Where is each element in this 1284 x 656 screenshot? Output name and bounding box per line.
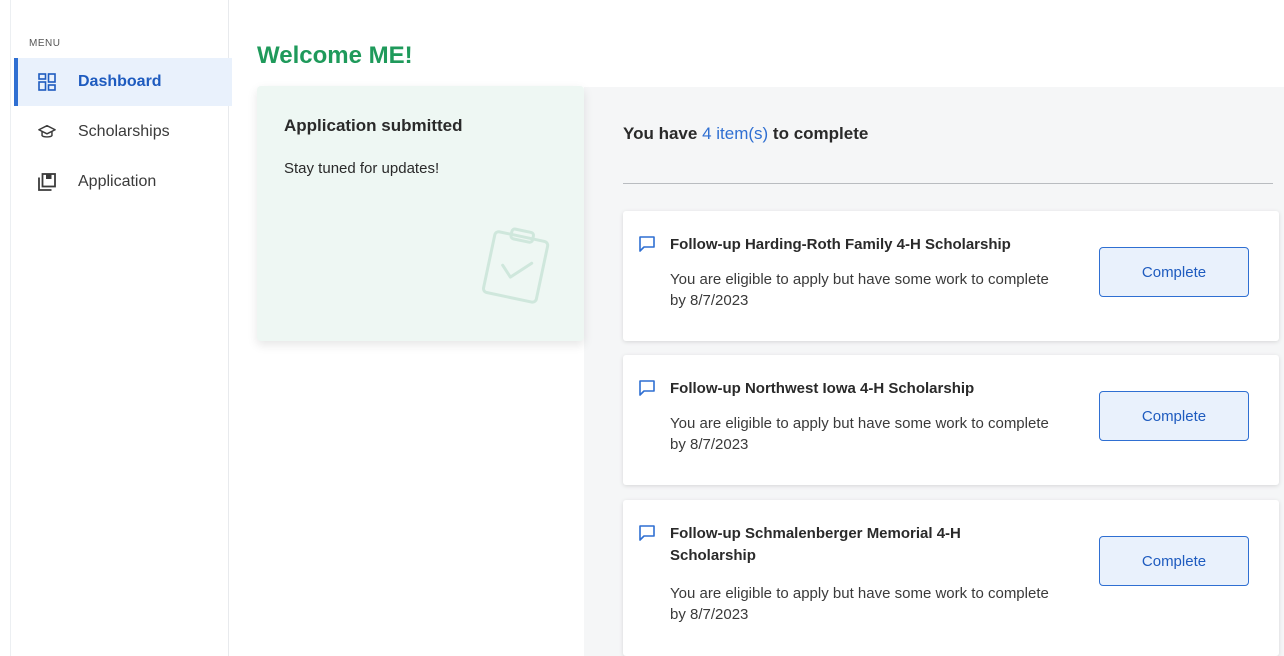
status-subtitle: Stay tuned for updates! <box>284 160 440 177</box>
menu-label: MENU <box>29 38 61 49</box>
sidebar: MENU Dashboard Scholarships Application <box>11 0 232 656</box>
clipboard-check-icon <box>473 222 559 308</box>
dashboard-icon <box>38 73 56 91</box>
task-title: Follow-up Harding-Roth Family 4-H Schola… <box>670 236 1011 253</box>
items-header-suffix: to complete <box>772 124 869 143</box>
graduation-cap-icon <box>38 123 56 141</box>
window-edge <box>0 0 11 656</box>
task-title: Follow-up Schmalenberger Memorial 4-H Sc… <box>670 525 961 564</box>
divider <box>623 183 1273 184</box>
complete-button[interactable]: Complete <box>1099 247 1249 297</box>
flag-icon <box>638 524 656 542</box>
complete-button[interactable]: Complete <box>1099 391 1249 441</box>
sidebar-item-label: Application <box>78 173 157 190</box>
items-to-complete-header: You have 4 item(s) to complete <box>623 124 868 144</box>
task-card: Follow-up Schmalenberger Memorial 4-H Sc… <box>623 500 1279 656</box>
sidebar-item-label: Dashboard <box>78 73 162 90</box>
page-title: Welcome ME! <box>257 42 413 69</box>
status-title: Application submitted <box>284 116 463 135</box>
complete-button[interactable]: Complete <box>1099 536 1249 586</box>
items-header-prefix: You have <box>623 124 698 143</box>
sidebar-item-dashboard[interactable]: Dashboard <box>14 58 232 106</box>
task-card: Follow-up Northwest Iowa 4-H Scholarship… <box>623 355 1279 485</box>
task-title: Follow-up Northwest Iowa 4-H Scholarship <box>670 380 975 397</box>
sidebar-item-application[interactable]: Application <box>14 158 228 206</box>
task-description: You are eligible to apply but have some … <box>670 585 1049 623</box>
task-description: You are eligible to apply but have some … <box>670 415 1049 453</box>
application-status-card: Application submitted Stay tuned for upd… <box>257 86 584 341</box>
task-description: You are eligible to apply but have some … <box>670 271 1049 309</box>
application-icon <box>38 173 56 191</box>
main-content: Welcome ME! Application submitted Stay t… <box>229 0 1284 656</box>
flag-icon <box>638 379 656 397</box>
sidebar-item-label: Scholarships <box>78 123 170 140</box>
sidebar-item-scholarships[interactable]: Scholarships <box>14 108 228 156</box>
flag-icon <box>638 235 656 253</box>
task-card: Follow-up Harding-Roth Family 4-H Schola… <box>623 211 1279 341</box>
items-count-link[interactable]: 4 item(s) <box>702 124 768 143</box>
